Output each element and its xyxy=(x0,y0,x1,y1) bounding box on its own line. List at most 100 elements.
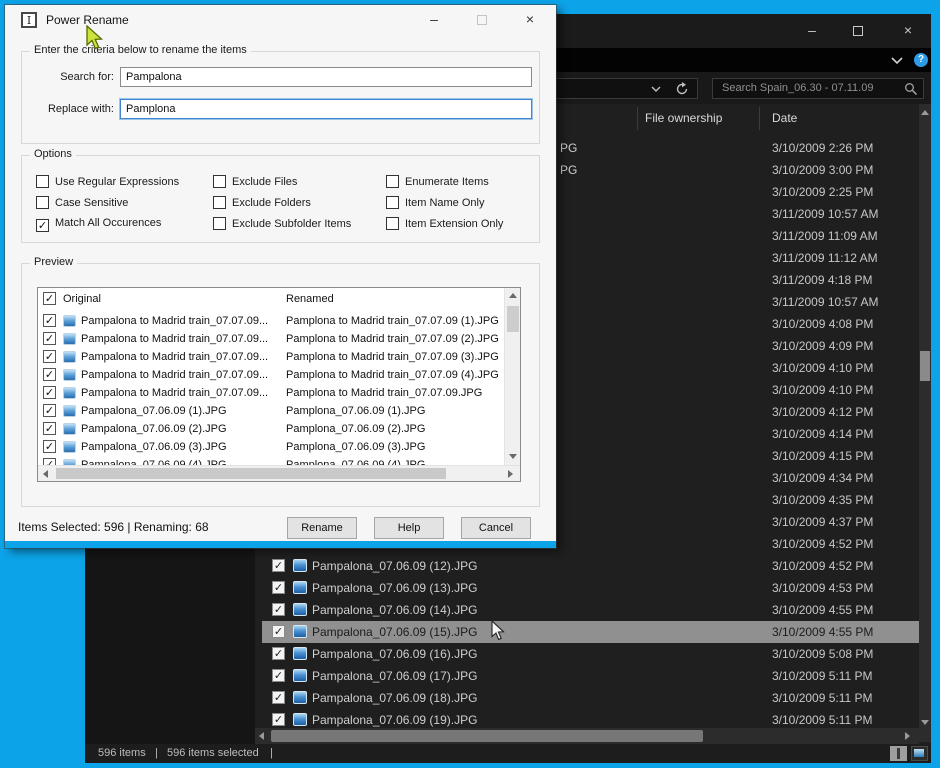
preview-row[interactable]: ✓Pampalona_07.06.09 (3).JPGPamplona_07.0… xyxy=(38,438,505,456)
dialog-minimize-button[interactable]: – xyxy=(423,11,445,29)
horizontal-scrollbar-thumb[interactable] xyxy=(271,730,703,742)
file-row[interactable]: ✓Pampalona_07.06.09 (16).JPG3/10/2009 5:… xyxy=(262,643,919,665)
checkbox-label: Use Regular Expressions xyxy=(55,176,179,188)
select-all-checkbox[interactable]: ✓ xyxy=(43,292,56,305)
checkbox[interactable] xyxy=(36,175,49,188)
file-checkbox[interactable]: ✓ xyxy=(272,713,285,726)
file-row[interactable]: ✓Pampalona_07.06.09 (15).JPG3/10/2009 4:… xyxy=(262,621,919,643)
checkbox[interactable] xyxy=(213,175,226,188)
option-exclude-folders[interactable]: Exclude Folders xyxy=(213,196,311,209)
option-case-sensitive[interactable]: Case Sensitive xyxy=(36,196,128,209)
criteria-group: Enter the criteria below to rename the i… xyxy=(21,51,540,144)
file-date: 3/10/2009 5:11 PM xyxy=(772,687,873,709)
dialog-close-button[interactable]: × xyxy=(519,11,541,29)
rename-button[interactable]: Rename xyxy=(287,517,357,539)
scroll-down-icon[interactable] xyxy=(921,720,929,725)
image-file-icon xyxy=(293,625,307,638)
checkbox[interactable] xyxy=(213,217,226,230)
checkbox[interactable] xyxy=(213,196,226,209)
row-checkbox[interactable]: ✓ xyxy=(43,386,56,399)
file-row[interactable]: ✓Pampalona_07.06.09 (18).JPG3/10/2009 5:… xyxy=(262,687,919,709)
row-checkbox[interactable]: ✓ xyxy=(43,422,56,435)
column-header-file-ownership[interactable]: File ownership xyxy=(645,104,722,133)
option-exclude-subfolder-items[interactable]: Exclude Subfolder Items xyxy=(213,217,351,230)
dialog-maximize-button[interactable] xyxy=(477,15,487,25)
scroll-left-icon[interactable] xyxy=(43,470,48,478)
vertical-scrollbar[interactable] xyxy=(919,104,931,742)
preview-horizontal-scrollbar[interactable] xyxy=(38,465,520,481)
file-row[interactable]: ✓Pampalona_07.06.09 (14).JPG3/10/2009 4:… xyxy=(262,599,919,621)
row-checkbox[interactable]: ✓ xyxy=(43,314,56,327)
row-checkbox[interactable]: ✓ xyxy=(43,332,56,345)
renamed-name: Pamplona to Madrid train_07.07.09.JPG xyxy=(286,384,482,402)
option-item-extension-only[interactable]: Item Extension Only xyxy=(386,217,503,230)
file-date: 3/10/2009 4:34 PM xyxy=(772,467,873,489)
help-icon[interactable]: ? xyxy=(914,53,928,67)
option-use-regular-expressions[interactable]: Use Regular Expressions xyxy=(36,175,179,188)
original-column-header[interactable]: Original xyxy=(63,288,101,310)
thumbnails-view-button[interactable] xyxy=(911,746,928,761)
file-checkbox[interactable]: ✓ xyxy=(272,559,285,572)
file-row[interactable]: ✓Pampalona_07.06.09 (17).JPG3/10/2009 5:… xyxy=(262,665,919,687)
renamed-column-header[interactable]: Renamed xyxy=(286,288,334,310)
preview-row[interactable]: ✓Pampalona to Madrid train_07.07.09...Pa… xyxy=(38,366,505,384)
scroll-down-icon[interactable] xyxy=(509,454,517,459)
explorer-minimize-button[interactable]: – xyxy=(801,22,823,40)
preview-hscrollbar-thumb[interactable] xyxy=(56,468,446,479)
details-view-button[interactable] xyxy=(890,746,907,761)
file-row[interactable]: ✓Pampalona_07.06.09 (13).JPG3/10/2009 4:… xyxy=(262,577,919,599)
checkbox[interactable]: ✓ xyxy=(36,219,49,232)
file-checkbox[interactable]: ✓ xyxy=(272,647,285,660)
scroll-right-icon[interactable] xyxy=(508,470,513,478)
row-checkbox[interactable]: ✓ xyxy=(43,404,56,417)
explorer-close-button[interactable]: × xyxy=(897,22,919,40)
search-input[interactable]: Search Spain_06.30 - 07.11.09 xyxy=(712,78,924,99)
preview-row[interactable]: ✓Pampalona_07.06.09 (1).JPGPamplona_07.0… xyxy=(38,402,505,420)
address-dropdown-chevron-icon[interactable] xyxy=(651,86,661,93)
preview-row[interactable]: ✓Pampalona to Madrid train_07.07.09...Pa… xyxy=(38,330,505,348)
row-checkbox[interactable]: ✓ xyxy=(43,368,56,381)
column-header-date[interactable]: Date xyxy=(772,104,797,133)
preview-row[interactable]: ✓Pampalona to Madrid train_07.07.09...Pa… xyxy=(38,348,505,366)
file-row[interactable]: ✓Pampalona_07.06.09 (12).JPG3/10/2009 4:… xyxy=(262,555,919,577)
scroll-right-icon[interactable] xyxy=(905,732,910,740)
preview-row[interactable]: ✓Pampalona to Madrid train_07.07.09...Pa… xyxy=(38,312,505,330)
preview-row[interactable]: ✓Pampalona to Madrid train_07.07.09...Pa… xyxy=(38,384,505,402)
scroll-left-icon[interactable] xyxy=(259,732,264,740)
search-for-input[interactable]: Pampalona xyxy=(120,67,532,87)
checkbox[interactable] xyxy=(386,196,399,209)
checkbox[interactable] xyxy=(36,196,49,209)
row-checkbox[interactable]: ✓ xyxy=(43,440,56,453)
file-checkbox[interactable]: ✓ xyxy=(272,691,285,704)
row-checkbox[interactable]: ✓ xyxy=(43,350,56,363)
checkbox[interactable] xyxy=(386,175,399,188)
file-checkbox[interactable]: ✓ xyxy=(272,625,285,638)
file-date: 3/11/2009 10:57 AM xyxy=(772,291,879,313)
option-exclude-files[interactable]: Exclude Files xyxy=(213,175,297,188)
file-checkbox[interactable]: ✓ xyxy=(272,603,285,616)
preview-row[interactable]: ✓Pampalona_07.06.09 (2).JPGPamplona_07.0… xyxy=(38,420,505,438)
cancel-button[interactable]: Cancel xyxy=(461,517,531,539)
replace-with-input[interactable]: Pamplona xyxy=(120,99,532,119)
option-enumerate-items[interactable]: Enumerate Items xyxy=(386,175,489,188)
help-button[interactable]: Help xyxy=(374,517,444,539)
column-divider[interactable] xyxy=(759,107,760,130)
scroll-up-icon[interactable] xyxy=(509,293,517,298)
refresh-icon[interactable] xyxy=(675,82,689,96)
file-checkbox[interactable]: ✓ xyxy=(272,581,285,594)
checkbox[interactable] xyxy=(386,217,399,230)
preview-vertical-scrollbar[interactable] xyxy=(504,288,520,466)
file-checkbox[interactable]: ✓ xyxy=(272,669,285,682)
file-name: Pampalona_07.06.09 (12).JPG xyxy=(312,555,477,577)
explorer-maximize-button[interactable] xyxy=(853,26,863,36)
original-name: Pampalona_07.06.09 (1).JPG xyxy=(81,402,227,420)
option-item-name-only[interactable]: Item Name Only xyxy=(386,196,484,209)
ribbon-expand-chevron-icon[interactable] xyxy=(891,57,903,65)
search-icon[interactable] xyxy=(904,82,918,96)
horizontal-scrollbar[interactable] xyxy=(255,728,919,744)
option-match-all-occurences[interactable]: ✓Match All Occurences xyxy=(36,217,161,232)
vertical-scrollbar-thumb[interactable] xyxy=(920,351,930,381)
column-divider[interactable] xyxy=(637,107,638,130)
preview-vscrollbar-thumb[interactable] xyxy=(507,306,519,332)
scroll-up-icon[interactable] xyxy=(921,110,929,115)
